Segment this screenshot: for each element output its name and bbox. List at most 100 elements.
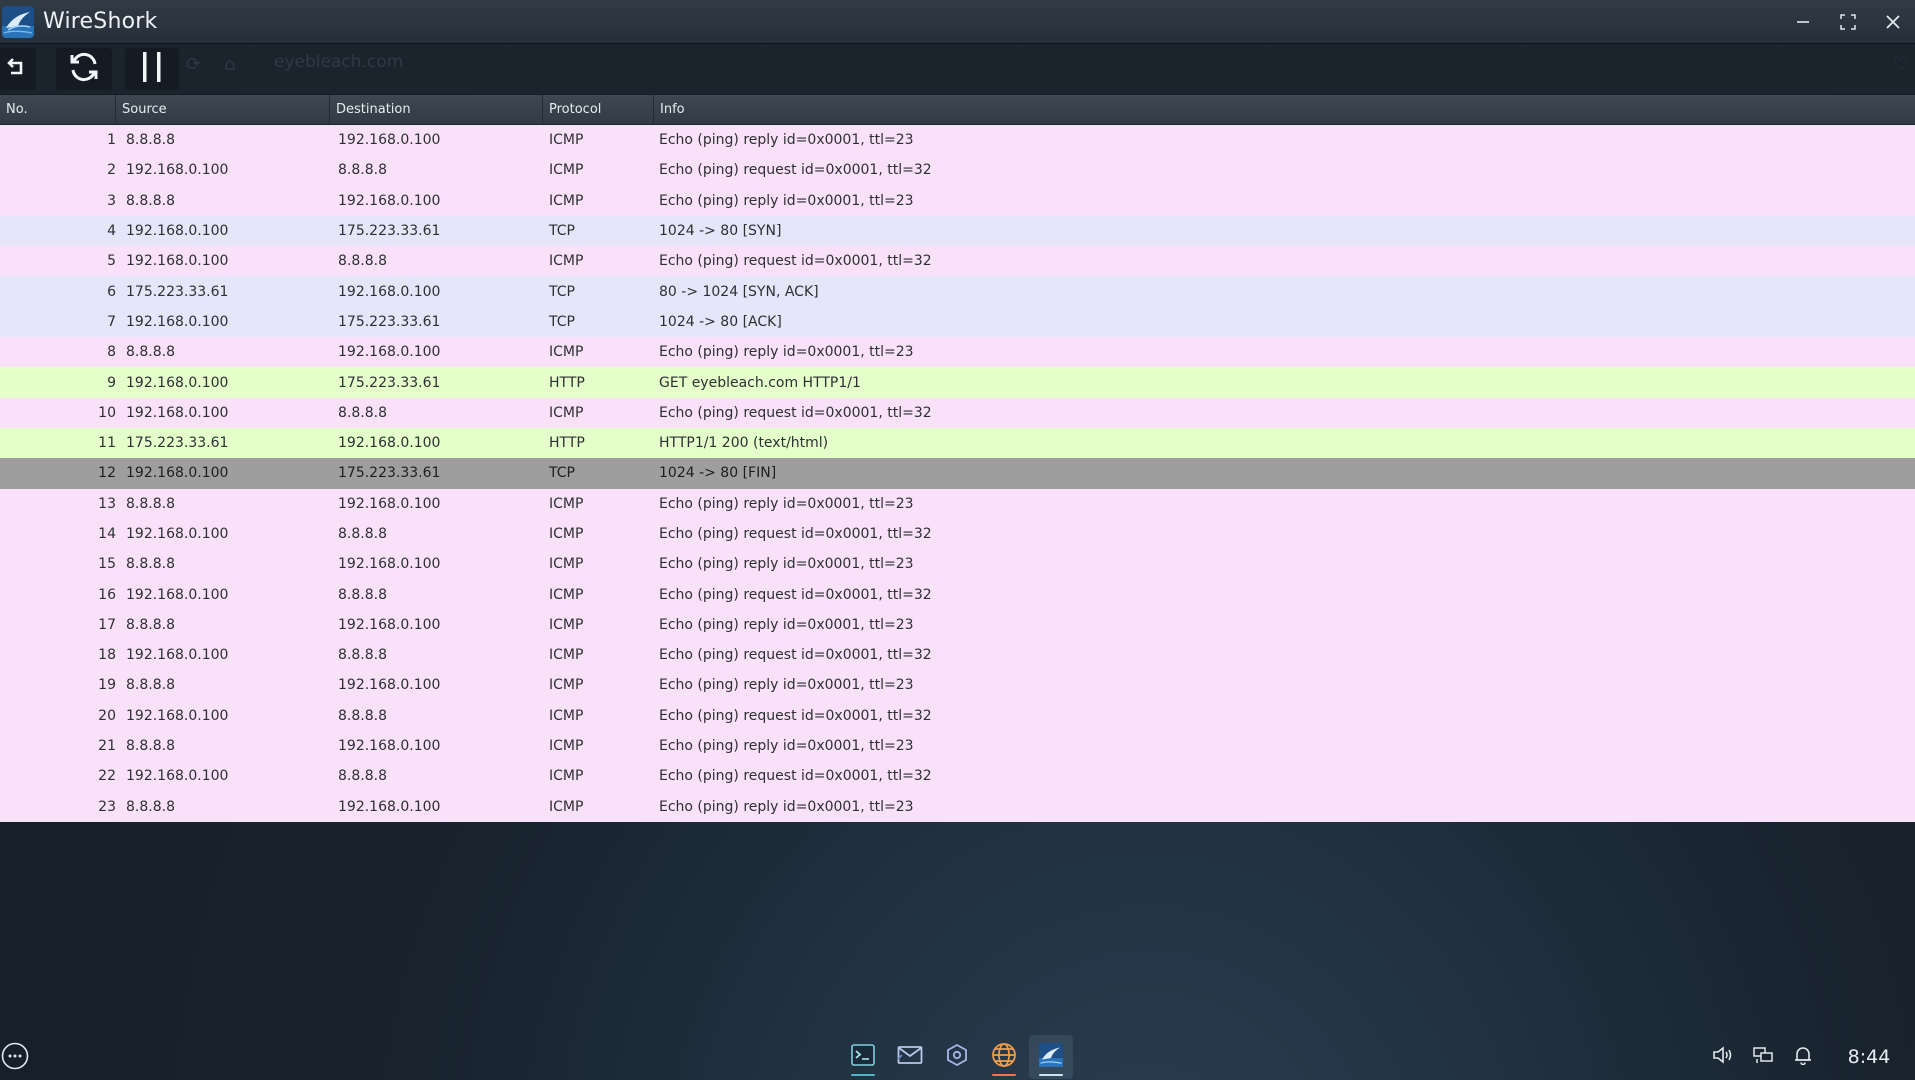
- cell-protocol: ICMP: [549, 677, 584, 694]
- notifications-button[interactable]: [1783, 1033, 1823, 1080]
- table-row[interactable]: 17 8.8.8.8 192.168.0.100 ICMP Echo (ping) re…: [0, 609, 1915, 641]
- dock-settings[interactable]: [935, 1035, 979, 1079]
- cell-destination: 192.168.0.100: [338, 556, 441, 573]
- cell-info: Echo (ping) request id=0x0001, ttl=32: [659, 586, 932, 603]
- start-menu-button[interactable]: [1, 1042, 29, 1070]
- table-row[interactable]: 19 8.8.8.8 192.168.0.100 ICMP Echo (ping) re…: [0, 670, 1915, 701]
- volume-button[interactable]: [1703, 1033, 1743, 1080]
- cell-no: 13: [98, 495, 116, 512]
- table-row[interactable]: 20 192.168.0.100 8.8.8.8 ICMP Echo (ping) re…: [0, 700, 1915, 731]
- cell-info: Echo (ping) reply id=0x0001, ttl=23: [659, 132, 914, 149]
- cell-destination: 192.168.0.100: [338, 435, 441, 452]
- table-row[interactable]: 16 192.168.0.100 8.8.8.8 ICMP Echo (ping) re…: [0, 579, 1915, 610]
- cell-no: 17: [98, 616, 116, 633]
- cell-protocol: ICMP: [549, 556, 584, 573]
- table-row[interactable]: 22 192.168.0.100 8.8.8.8 ICMP Echo (ping) re…: [0, 761, 1915, 792]
- cell-info: Echo (ping) reply id=0x0001, ttl=23: [659, 738, 914, 755]
- table-row[interactable]: 5 192.168.0.100 8.8.8.8 ICMP Echo (ping) req…: [0, 246, 1915, 277]
- table-row[interactable]: 8 8.8.8.8 192.168.0.100 ICMP Echo (ping) rep…: [0, 337, 1915, 368]
- cell-source: 192.168.0.100: [126, 647, 229, 664]
- clock[interactable]: 8:44: [1823, 1046, 1915, 1068]
- table-row[interactable]: 18 192.168.0.100 8.8.8.8 ICMP Echo (ping) re…: [0, 640, 1915, 671]
- dock-mail[interactable]: [888, 1035, 932, 1079]
- cell-destination: 192.168.0.100: [338, 798, 441, 815]
- cell-destination: 8.8.8.8: [338, 526, 387, 542]
- table-row[interactable]: 4 192.168.0.100 175.223.33.61 TCP 1024 -> 80…: [0, 215, 1915, 247]
- cell-protocol: ICMP: [549, 586, 584, 603]
- cell-protocol: TCP: [549, 313, 575, 330]
- cell-no: 12: [98, 465, 116, 482]
- back-button[interactable]: [0, 48, 36, 90]
- table-row[interactable]: 23 8.8.8.8 192.168.0.100 ICMP Echo (ping) re…: [0, 791, 1915, 822]
- column-header-destination[interactable]: Destination: [330, 95, 543, 124]
- table-row[interactable]: 7 192.168.0.100 175.223.33.61 TCP 1024 -> 80…: [0, 306, 1915, 338]
- cell-no: 20: [98, 707, 116, 724]
- maximize-button[interactable]: [1825, 0, 1870, 43]
- table-row[interactable]: 11 175.223.33.61 192.168.0.100 HTTP HTTP1/1 …: [0, 427, 1915, 459]
- cell-no: 11: [98, 435, 116, 452]
- cell-no: 18: [98, 647, 116, 664]
- cell-no: 23: [98, 798, 116, 815]
- cell-destination: 175.223.33.61: [338, 374, 441, 391]
- column-header-info[interactable]: Info: [654, 95, 1915, 124]
- dock-terminal[interactable]: [841, 1035, 885, 1079]
- cell-protocol: TCP: [549, 223, 575, 240]
- pause-button[interactable]: [125, 48, 179, 90]
- cell-protocol: ICMP: [549, 495, 584, 512]
- column-header-protocol[interactable]: Protocol: [543, 95, 654, 124]
- cell-no: 3: [107, 192, 116, 209]
- cell-info: Echo (ping) request id=0x0001, ttl=32: [659, 404, 932, 421]
- table-row[interactable]: 6 175.223.33.61 192.168.0.100 TCP 80 -> 1024…: [0, 276, 1915, 307]
- dock-indicator: [898, 1074, 922, 1076]
- table-row[interactable]: 13 8.8.8.8 192.168.0.100 ICMP Echo (ping) re…: [0, 488, 1915, 519]
- dock-indicator: [851, 1074, 875, 1076]
- table-row[interactable]: 12 192.168.0.100 175.223.33.61 TCP 1024 -> 8…: [0, 458, 1915, 489]
- table-row[interactable]: 21 8.8.8.8 192.168.0.100 ICMP Echo (ping) re…: [0, 730, 1915, 762]
- cell-source: 192.168.0.100: [126, 526, 229, 542]
- refresh-button[interactable]: [56, 48, 112, 90]
- cell-source: 175.223.33.61: [126, 435, 229, 452]
- table-row[interactable]: 15 8.8.8.8 192.168.0.100 ICMP Echo (ping) re…: [0, 549, 1915, 580]
- ghost-home-icon: ⌂: [224, 54, 236, 75]
- table-row[interactable]: 3 8.8.8.8 192.168.0.100 ICMP Echo (ping) rep…: [0, 185, 1915, 216]
- cell-info: Echo (ping) request id=0x0001, ttl=32: [659, 526, 932, 542]
- pause-icon: [135, 50, 169, 88]
- cell-protocol: ICMP: [549, 253, 584, 270]
- ghost-refresh-icon: ⟳: [186, 54, 202, 75]
- column-header-source[interactable]: Source: [116, 95, 330, 124]
- cell-destination: 175.223.33.61: [338, 313, 441, 330]
- table-row[interactable]: 2 192.168.0.100 8.8.8.8 ICMP Echo (ping) req…: [0, 155, 1915, 186]
- dock-indicator: [992, 1074, 1016, 1076]
- dock-wireshork[interactable]: [1029, 1035, 1073, 1079]
- cell-source: 8.8.8.8: [126, 677, 175, 694]
- cell-info: Echo (ping) request id=0x0001, ttl=32: [659, 768, 932, 785]
- cell-no: 19: [98, 677, 116, 694]
- table-header: No. Source Destination Protocol Info: [0, 95, 1915, 125]
- cell-info: Echo (ping) reply id=0x0001, ttl=23: [659, 192, 914, 209]
- cell-protocol: ICMP: [549, 192, 584, 209]
- cell-no: 14: [98, 526, 116, 542]
- cell-source: 192.168.0.100: [126, 313, 229, 330]
- cell-info: Echo (ping) reply id=0x0001, ttl=23: [659, 616, 914, 633]
- toolbar: ⟳ ⌂ eyebleach.com ♡: [0, 44, 1915, 94]
- cell-info: HTTP1/1 200 (text/html): [659, 435, 829, 452]
- minimize-button[interactable]: [1780, 0, 1825, 43]
- cell-destination: 192.168.0.100: [338, 616, 441, 633]
- network-button[interactable]: [1743, 1033, 1783, 1080]
- wireshork-app-icon: [1039, 1043, 1063, 1071]
- network-icon: [1753, 1046, 1773, 1068]
- cell-no: 22: [98, 768, 116, 785]
- cell-info: Echo (ping) request id=0x0001, ttl=32: [659, 253, 932, 270]
- close-button[interactable]: [1870, 0, 1915, 43]
- table-row[interactable]: 10 192.168.0.100 8.8.8.8 ICMP Echo (ping) re…: [0, 397, 1915, 428]
- table-row[interactable]: 9 192.168.0.100 175.223.33.61 HTTP GET eyebl…: [0, 367, 1915, 398]
- table-row[interactable]: 14 192.168.0.100 8.8.8.8 ICMP Echo (ping) re…: [0, 518, 1915, 550]
- volume-icon: [1712, 1045, 1734, 1068]
- cell-no: 21: [98, 738, 116, 755]
- table-row[interactable]: 1 8.8.8.8 192.168.0.100 ICMP Echo (ping) rep…: [0, 125, 1915, 156]
- cell-protocol: ICMP: [549, 738, 584, 755]
- dock-browser[interactable]: [982, 1035, 1026, 1079]
- column-header-no[interactable]: No.: [0, 95, 116, 124]
- cell-info: 1024 -> 80 [FIN]: [659, 465, 777, 482]
- cell-destination: 8.8.8.8: [338, 162, 387, 179]
